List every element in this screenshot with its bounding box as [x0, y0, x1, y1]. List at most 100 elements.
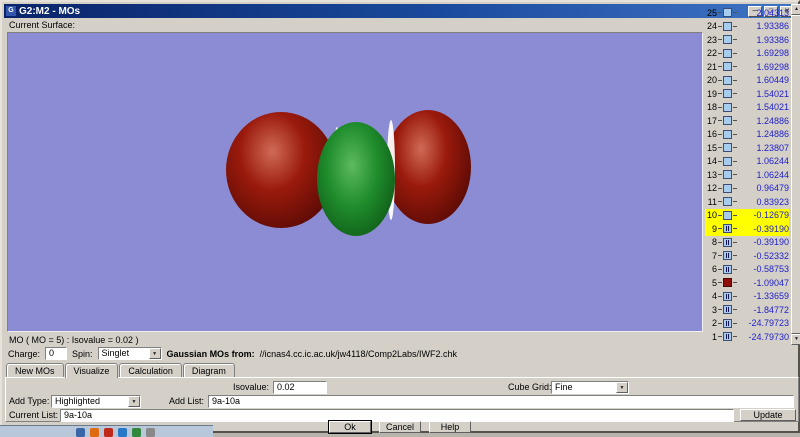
mo-orbital-box[interactable] [723, 76, 732, 85]
mo-number: 8 [705, 237, 717, 247]
mo-row[interactable]: 161.24886 [705, 128, 789, 142]
mo-orbital-box[interactable] [723, 35, 732, 44]
mo-orbital-box[interactable] [723, 89, 732, 98]
help-button[interactable]: Help [429, 421, 471, 433]
taskbar-app-icon-6[interactable] [146, 428, 155, 437]
chevron-down-icon[interactable]: ▼ [128, 396, 140, 407]
mo-orbital-box[interactable] [723, 332, 732, 341]
mo-orbital-box[interactable] [723, 211, 732, 220]
mo-orbital-box[interactable] [723, 224, 732, 233]
mo-orbital-box[interactable] [723, 62, 732, 71]
add-list-input[interactable]: 9a-10a [208, 395, 794, 408]
mo-row[interactable]: 120.96479 [705, 182, 789, 196]
mo-orbital-box[interactable] [723, 305, 732, 314]
mo-energy: -1.33659 [738, 291, 789, 301]
mo-row[interactable]: 9-0.39190 [705, 222, 789, 236]
mo-row[interactable]: 231.93386 [705, 33, 789, 47]
mo-orbital-box[interactable] [723, 197, 732, 206]
mo-row[interactable]: 131.06244 [705, 168, 789, 182]
taskbar-app-icon-3[interactable] [104, 428, 113, 437]
mo-row[interactable]: 201.60449 [705, 74, 789, 88]
mo-orbital-box[interactable] [723, 8, 732, 17]
mo-row[interactable]: 110.83923 [705, 195, 789, 209]
mo-energy: 1.24886 [738, 129, 789, 139]
tick-line [718, 282, 722, 283]
mo-energy: 1.54021 [738, 102, 789, 112]
mo-row[interactable]: 241.93386 [705, 20, 789, 34]
mo-orbital-box[interactable] [723, 143, 732, 152]
mo-row[interactable]: 4-1.33659 [705, 290, 789, 304]
isovalue-input[interactable]: 0.02 [273, 381, 327, 394]
taskbar[interactable] [0, 425, 213, 437]
taskbar-app-icon-5[interactable] [132, 428, 141, 437]
tick-line [733, 80, 737, 81]
tick-line [718, 323, 722, 324]
cancel-button[interactable]: Cancel [379, 421, 421, 433]
taskbar-app-icon-2[interactable] [90, 428, 99, 437]
mo-row[interactable]: 151.23807 [705, 141, 789, 155]
chevron-down-icon[interactable]: ▼ [616, 382, 628, 393]
tick-line [718, 255, 722, 256]
molecule-viewport[interactable] [7, 32, 703, 332]
mo-row[interactable]: 5-1.09047 [705, 276, 789, 290]
mo-row[interactable]: 7-0.52332 [705, 249, 789, 263]
mo-orbital-box[interactable] [723, 251, 732, 260]
add-type-select[interactable]: Highlighted ▼ [51, 395, 141, 408]
mo-row[interactable]: 252.04313 [705, 6, 789, 20]
titlebar[interactable]: G G2:M2 - MOs ─ □ ✕ [4, 4, 796, 18]
mo-orbital-box[interactable] [723, 265, 732, 274]
mo-number: 5 [705, 278, 717, 288]
mos-window: G G2:M2 - MOs ─ □ ✕ Current Surface: MO … [0, 0, 800, 433]
tab-calculation[interactable]: Calculation [119, 363, 182, 378]
mo-orbital-box[interactable] [723, 49, 732, 58]
orbital-lobe-positive-right [385, 110, 471, 224]
mo-row[interactable]: 2-24.79723 [705, 317, 789, 331]
cube-grid-select[interactable]: Fine ▼ [551, 381, 629, 394]
mo-orbital-box[interactable] [723, 319, 732, 328]
mo-number: 3 [705, 305, 717, 315]
mo-row[interactable]: 6-0.58753 [705, 263, 789, 277]
mo-orbital-box[interactable] [723, 157, 732, 166]
mo-row[interactable]: 8-0.39190 [705, 236, 789, 250]
mo-row[interactable]: 181.54021 [705, 101, 789, 115]
mo-row[interactable]: 221.69298 [705, 47, 789, 61]
mo-row[interactable]: 10-0.12679 [705, 209, 789, 223]
mo-number: 11 [705, 197, 717, 207]
mo-row[interactable]: 1-24.79730 [705, 330, 789, 344]
chevron-down-icon[interactable]: ▼ [149, 348, 161, 359]
mo-orbital-box[interactable] [723, 238, 732, 247]
mo-row[interactable]: 171.24886 [705, 114, 789, 128]
scrollbar-thumb[interactable] [791, 15, 800, 334]
update-button[interactable]: Update [740, 409, 796, 421]
mo-row[interactable]: 211.69298 [705, 60, 789, 74]
mo-orbital-box[interactable] [723, 184, 732, 193]
mo-status-text: MO ( MO = 5) : Isovalue = 0.02 ) [9, 335, 139, 345]
tab-new-mos[interactable]: New MOs [6, 363, 64, 378]
mo-row[interactable]: 3-1.84772 [705, 303, 789, 317]
mo-orbital-box[interactable] [723, 130, 732, 139]
taskbar-app-icon-1[interactable] [76, 428, 85, 437]
tab-visualize[interactable]: Visualize [65, 363, 119, 378]
mo-orbital-box[interactable] [723, 170, 732, 179]
mo-row[interactable]: 141.06244 [705, 155, 789, 169]
mo-orbital-box[interactable] [723, 278, 732, 287]
scroll-up-icon[interactable]: ▲ [791, 4, 800, 15]
charge-input[interactable]: 0 [45, 347, 67, 360]
tick-line [733, 255, 737, 256]
add-type-value: Highlighted [55, 396, 100, 406]
mo-energy: 1.93386 [738, 35, 789, 45]
tab-diagram[interactable]: Diagram [183, 363, 235, 378]
mo-row[interactable]: 191.54021 [705, 87, 789, 101]
spin-select[interactable]: Singlet ▼ [98, 347, 162, 360]
taskbar-app-icon-4[interactable] [118, 428, 127, 437]
mo-orbital-box[interactable] [723, 292, 732, 301]
mo-energy: 1.24886 [738, 116, 789, 126]
mo-orbital-box[interactable] [723, 116, 732, 125]
mo-orbital-box[interactable] [723, 103, 732, 112]
mo-energy: -0.39190 [738, 224, 789, 234]
mo-list-scrollbar[interactable]: ▲ ▼ [791, 4, 800, 345]
mo-number: 21 [705, 62, 717, 72]
mo-orbital-box[interactable] [723, 22, 732, 31]
scroll-down-icon[interactable]: ▼ [791, 334, 800, 345]
ok-button[interactable]: Ok [329, 421, 371, 433]
